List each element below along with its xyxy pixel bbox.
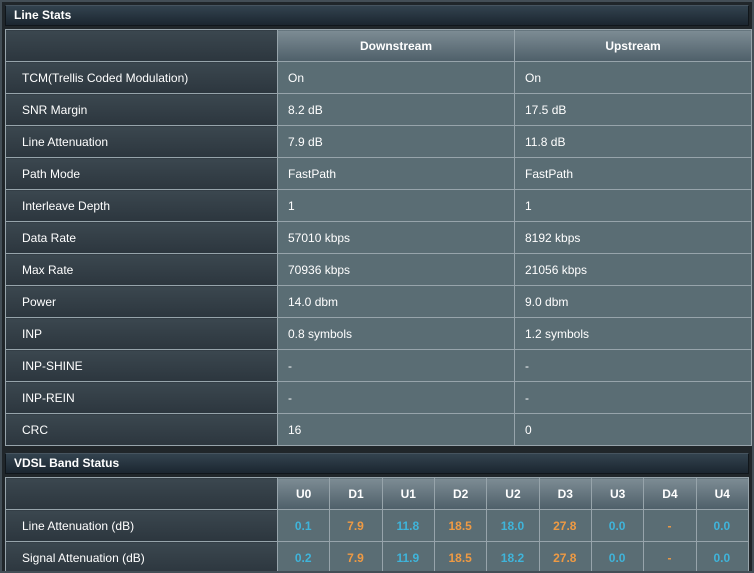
stat-value-upstream: 0: [514, 413, 752, 446]
stat-value-upstream: 8192 kbps: [514, 221, 752, 254]
table-row: INP-REIN - -: [5, 381, 752, 414]
band-value: -: [643, 541, 697, 571]
table-row: Power 14.0 dbm 9.0 dbm: [5, 285, 752, 318]
band-value: 7.9: [329, 541, 383, 571]
table-row: Line Attenuation (dB) 0.1 7.9 11.8 18.5 …: [5, 509, 750, 542]
stat-label: Signal Attenuation (dB): [5, 541, 278, 571]
band-value: 27.8: [538, 509, 592, 542]
stat-value-upstream: FastPath: [514, 157, 752, 190]
stat-value-upstream: 1: [514, 189, 752, 222]
stat-value-upstream: 11.8 dB: [514, 125, 752, 158]
table-row: Interleave Depth 1 1: [5, 189, 752, 222]
table-row: INP 0.8 symbols 1.2 symbols: [5, 317, 752, 350]
dsl-status-page: Line Stats Downstream Upstream TCM(Trell…: [0, 0, 754, 573]
band-value: 18.5: [433, 541, 488, 571]
line-stats-header-row: Downstream Upstream: [5, 29, 752, 62]
stat-label: Max Rate: [5, 253, 278, 286]
vdsl-band-status-table: U0 D1 U1 D2 U2 D3 U3 D4 U4 Line Attenuat…: [5, 477, 750, 571]
stat-value-upstream: -: [514, 349, 752, 382]
band-value: 0.0: [695, 509, 750, 542]
stat-label: SNR Margin: [5, 93, 278, 126]
stat-value-downstream: 7.9 dB: [277, 125, 515, 158]
stat-value-upstream: 9.0 dbm: [514, 285, 752, 318]
stat-label: Interleave Depth: [5, 189, 278, 222]
band-column-header-u0: U0: [276, 477, 331, 510]
stat-value-downstream: 1: [277, 189, 515, 222]
stat-label: Path Mode: [5, 157, 278, 190]
line-stats-title: Line Stats: [5, 5, 749, 26]
stat-label: Data Rate: [5, 221, 278, 254]
band-value: 11.8: [381, 509, 435, 542]
band-value: -: [643, 509, 697, 542]
table-row: Max Rate 70936 kbps 21056 kbps: [5, 253, 752, 286]
band-value: 11.9: [381, 541, 435, 571]
band-value: 0.2: [276, 541, 331, 571]
band-column-header-u4: U4: [695, 477, 750, 510]
band-value: 0.1: [276, 509, 331, 542]
corner-cell: [5, 477, 278, 510]
stat-value-downstream: 70936 kbps: [277, 253, 515, 286]
stat-label: CRC: [5, 413, 278, 446]
band-value: 18.5: [433, 509, 488, 542]
stat-value-downstream: -: [277, 349, 515, 382]
stat-label: INP: [5, 317, 278, 350]
band-value: 18.0: [486, 509, 540, 542]
band-value: 7.9: [329, 509, 383, 542]
band-column-header-u1: U1: [381, 477, 435, 510]
table-row: SNR Margin 8.2 dB 17.5 dB: [5, 93, 752, 126]
downstream-column-header: Downstream: [277, 29, 515, 62]
table-row: TCM(Trellis Coded Modulation) On On: [5, 61, 752, 94]
upstream-column-header: Upstream: [514, 29, 752, 62]
stat-value-upstream: 21056 kbps: [514, 253, 752, 286]
stat-value-upstream: 17.5 dB: [514, 93, 752, 126]
vdsl-header-row: U0 D1 U1 D2 U2 D3 U3 D4 U4: [5, 477, 750, 510]
stat-value-downstream: FastPath: [277, 157, 515, 190]
stat-value-downstream: 14.0 dbm: [277, 285, 515, 318]
vdsl-band-status-panel: VDSL Band Status U0 D1 U1 D2 U2 D3 U3 D4…: [5, 453, 750, 571]
stat-label: INP-SHINE: [5, 349, 278, 382]
stat-value-downstream: On: [277, 61, 515, 94]
band-column-header-d3: D3: [538, 477, 592, 510]
line-stats-panel: Line Stats Downstream Upstream TCM(Trell…: [5, 5, 752, 446]
stat-value-downstream: 16: [277, 413, 515, 446]
stat-label: Line Attenuation: [5, 125, 278, 158]
stat-label: INP-REIN: [5, 381, 278, 414]
band-column-header-u2: U2: [486, 477, 540, 510]
table-row: Data Rate 57010 kbps 8192 kbps: [5, 221, 752, 254]
stat-value-downstream: 57010 kbps: [277, 221, 515, 254]
band-column-header-d4: D4: [643, 477, 697, 510]
band-column-header-d1: D1: [329, 477, 383, 510]
stat-value-downstream: 8.2 dB: [277, 93, 515, 126]
table-row: CRC 16 0: [5, 413, 752, 446]
stat-label: Line Attenuation (dB): [5, 509, 278, 542]
band-column-header-u3: U3: [590, 477, 645, 510]
stat-value-downstream: 0.8 symbols: [277, 317, 515, 350]
stat-value-downstream: -: [277, 381, 515, 414]
band-column-header-d2: D2: [433, 477, 488, 510]
stat-label: TCM(Trellis Coded Modulation): [5, 61, 278, 94]
stat-label: Power: [5, 285, 278, 318]
corner-cell: [5, 29, 278, 62]
band-value: 27.8: [538, 541, 592, 571]
table-row: Signal Attenuation (dB) 0.2 7.9 11.9 18.…: [5, 541, 750, 571]
vdsl-band-status-title: VDSL Band Status: [5, 453, 749, 474]
band-value: 0.0: [590, 509, 645, 542]
stat-value-upstream: -: [514, 381, 752, 414]
table-row: INP-SHINE - -: [5, 349, 752, 382]
table-row: Path Mode FastPath FastPath: [5, 157, 752, 190]
table-row: Line Attenuation 7.9 dB 11.8 dB: [5, 125, 752, 158]
band-value: 0.0: [695, 541, 750, 571]
band-value: 18.2: [486, 541, 540, 571]
band-value: 0.0: [590, 541, 645, 571]
stat-value-upstream: 1.2 symbols: [514, 317, 752, 350]
stat-value-upstream: On: [514, 61, 752, 94]
line-stats-table: Downstream Upstream TCM(Trellis Coded Mo…: [5, 29, 752, 446]
